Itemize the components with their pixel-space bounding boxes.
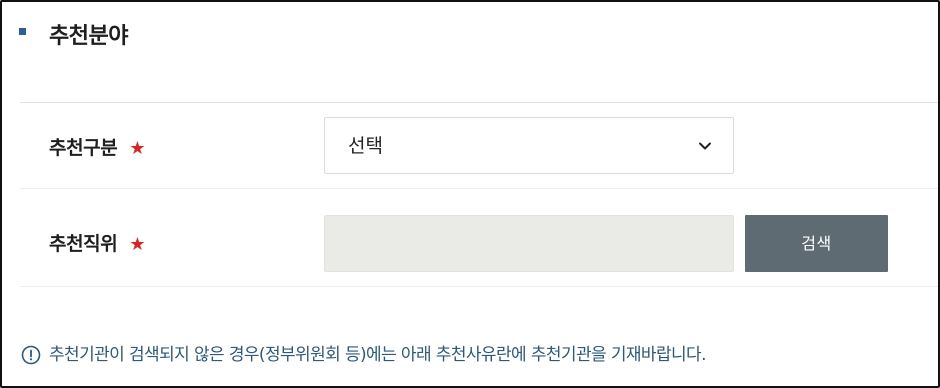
square-bullet-icon (19, 28, 26, 35)
row-divider (20, 188, 938, 189)
category-field-label: 추천구분 ★ (49, 135, 145, 163)
category-select[interactable]: 선택 (324, 117, 734, 174)
row-divider (20, 286, 938, 287)
notice-message: 추천기관이 검색되지 않은 경우(정부위원회 등)에는 아래 추천사유란에 추천… (21, 341, 707, 369)
category-select-value: 선택 (348, 135, 383, 157)
section-divider (20, 102, 938, 103)
form-panel: 추천분야 추천구분 ★ 선택 추천직위 ★ 검색 추천기관이 검색되지 않은 경우(… (0, 0, 940, 388)
required-star-icon: ★ (129, 138, 146, 159)
position-label-text: 추천직위 (49, 233, 118, 255)
position-field-label: 추천직위 ★ (49, 231, 145, 259)
search-button[interactable]: 검색 (745, 215, 888, 272)
info-circle-icon (21, 345, 41, 365)
category-label-text: 추천구분 (49, 137, 118, 159)
required-star-icon: ★ (129, 234, 146, 255)
notice-text: 추천기관이 검색되지 않은 경우(정부위원회 등)에는 아래 추천사유란에 추천… (49, 345, 707, 365)
chevron-down-icon (699, 142, 711, 150)
position-input[interactable] (324, 215, 734, 272)
section-title: 추천분야 (49, 24, 128, 49)
